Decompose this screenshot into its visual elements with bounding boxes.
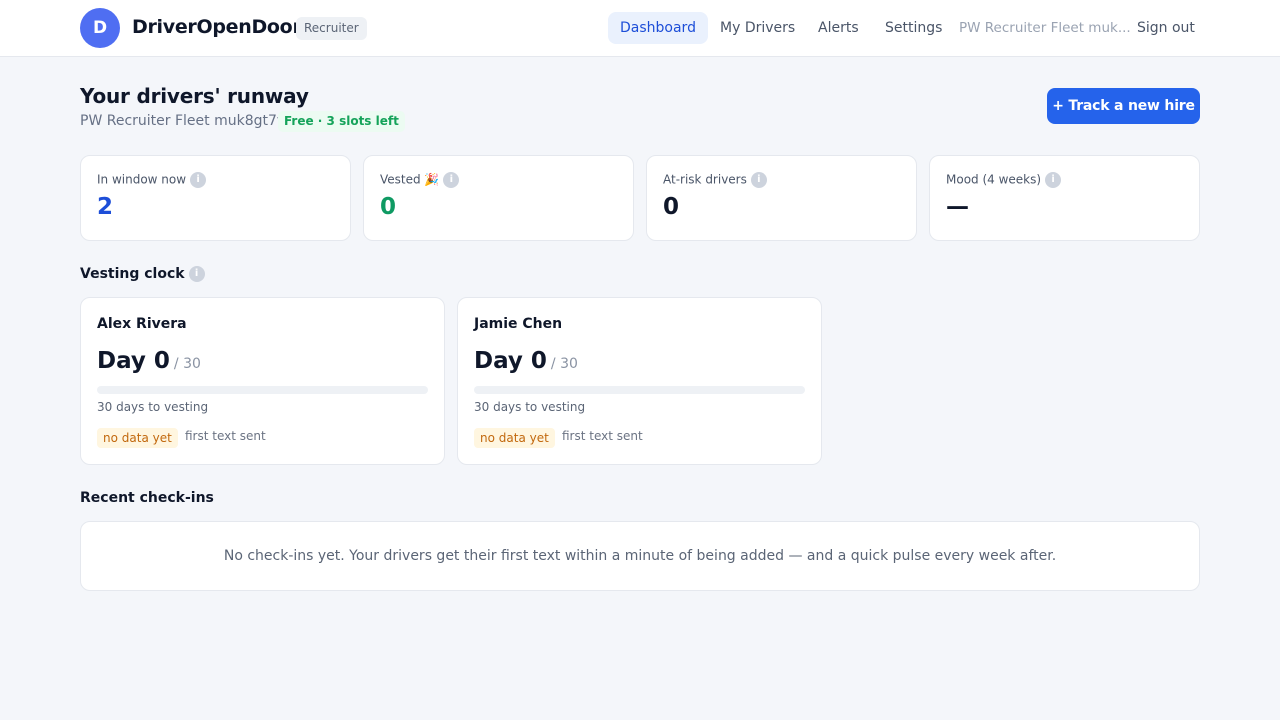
driver-day: Day 0 — [474, 348, 547, 374]
fleet-name: PW Recruiter Fleet muk8gt7v — [80, 113, 286, 129]
driver-total-days: / 30 — [173, 356, 201, 372]
stat-label: Mood (4 weeks) — [946, 172, 1042, 187]
track-new-hire-button[interactable]: + Track a new hire — [1047, 88, 1200, 124]
brand-name[interactable]: DriverOpenDoor — [132, 16, 302, 38]
driver-status: first text sent — [185, 429, 266, 443]
stat-label: In window now — [97, 172, 187, 187]
info-icon[interactable]: i — [1045, 172, 1062, 188]
checkins-empty-state: No check-ins yet. Your drivers get their… — [223, 548, 1057, 564]
stat-value: 0 — [663, 194, 680, 220]
mood-badge: no data yet — [97, 428, 178, 448]
stat-label-wrap: In window now i — [97, 172, 207, 188]
nav-dashboard[interactable]: Dashboard — [608, 12, 708, 44]
driver-card[interactable]: Jamie Chen Day 0/ 30 30 days to vesting … — [457, 297, 822, 465]
vesting-progress-bar — [474, 386, 805, 394]
nav-settings[interactable]: Settings — [885, 12, 942, 44]
role-badge: Recruiter — [296, 17, 367, 40]
info-icon[interactable]: i — [750, 172, 767, 188]
driver-total-days: / 30 — [550, 356, 578, 372]
vesting-clock-heading: Vesting clock i — [80, 266, 205, 282]
nav-my-drivers[interactable]: My Drivers — [720, 12, 795, 44]
brand-logo[interactable]: D — [80, 8, 120, 48]
section-title: Vesting clock — [80, 266, 185, 282]
stat-card-in-window: In window now i 2 — [80, 155, 351, 241]
stat-label-wrap: Mood (4 weeks) i — [946, 172, 1062, 188]
plan-badge: Free · 3 slots left — [278, 111, 405, 132]
checkins-panel: No check-ins yet. Your drivers get their… — [80, 521, 1200, 591]
info-icon[interactable]: i — [190, 172, 207, 188]
top-bar: D DriverOpenDoor Recruiter Dashboard My … — [0, 0, 1280, 57]
driver-name: Jamie Chen — [474, 316, 563, 332]
stat-label: Vested 🎉 — [380, 172, 440, 187]
stat-card-mood: Mood (4 weeks) i — — [929, 155, 1200, 241]
days-to-vesting: 30 days to vesting — [474, 400, 586, 414]
stat-card-vested: Vested 🎉 i 0 — [363, 155, 634, 241]
org-name: PW Recruiter Fleet muk... — [959, 20, 1131, 36]
stat-value: 2 — [97, 194, 114, 220]
sign-out-link[interactable]: Sign out — [1137, 12, 1195, 44]
info-icon[interactable]: i — [188, 266, 205, 282]
stat-label-wrap: Vested 🎉 i — [380, 172, 460, 188]
nav-alerts[interactable]: Alerts — [818, 12, 859, 44]
stat-label: At-risk drivers — [663, 172, 747, 187]
driver-status: first text sent — [562, 429, 643, 443]
mood-badge: no data yet — [474, 428, 555, 448]
stat-value: — — [946, 194, 969, 220]
days-to-vesting: 30 days to vesting — [97, 400, 209, 414]
driver-name: Alex Rivera — [97, 316, 187, 332]
driver-card[interactable]: Alex Rivera Day 0/ 30 30 days to vesting… — [80, 297, 445, 465]
driver-day-wrap: Day 0/ 30 — [97, 348, 201, 374]
vesting-progress-bar — [97, 386, 428, 394]
recent-checkins-heading: Recent check-ins — [80, 490, 214, 506]
driver-day-wrap: Day 0/ 30 — [474, 348, 578, 374]
driver-day: Day 0 — [97, 348, 170, 374]
page-title: Your drivers' runway — [80, 84, 309, 108]
stat-value: 0 — [380, 194, 397, 220]
stat-card-at-risk: At-risk drivers i 0 — [646, 155, 917, 241]
stat-label-wrap: At-risk drivers i — [663, 172, 767, 188]
info-icon[interactable]: i — [443, 172, 460, 188]
